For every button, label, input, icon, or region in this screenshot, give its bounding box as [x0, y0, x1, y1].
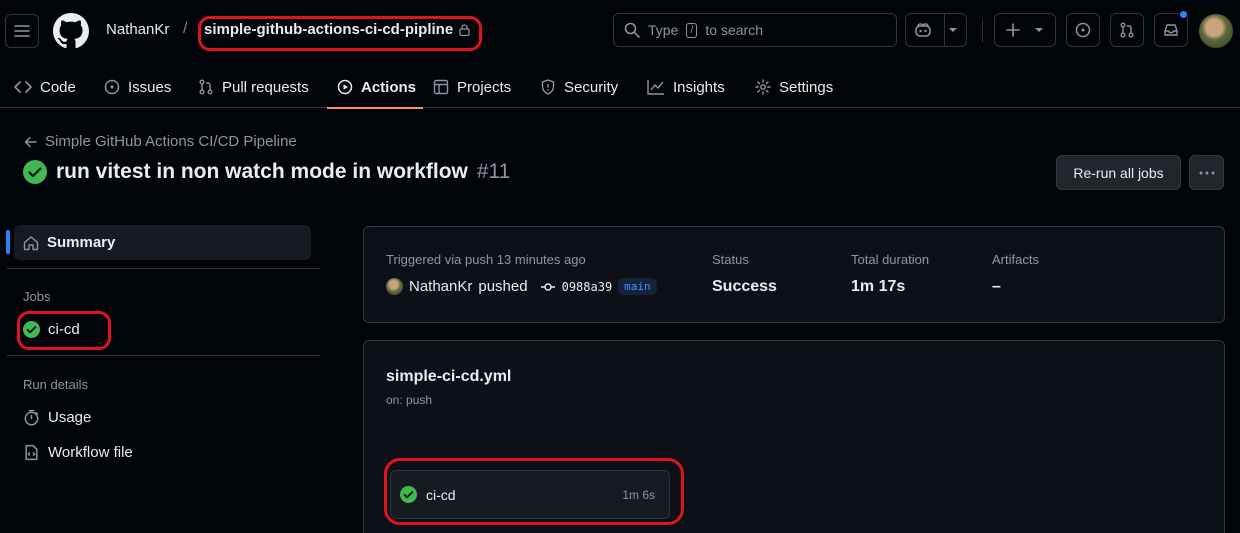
highlight-annotation [198, 16, 482, 51]
active-indicator [6, 230, 10, 254]
home-icon [23, 235, 39, 250]
hamburger-icon [14, 25, 30, 37]
copilot-icon [915, 23, 931, 37]
sidebar-divider [7, 268, 320, 269]
tab-insights[interactable]: Insights [637, 66, 745, 108]
run-summary-card: Triggered via push 13 minutes ago Nathan… [363, 226, 1225, 323]
tab-issues[interactable]: Issues [94, 66, 188, 108]
kebab-horizontal-icon [1199, 171, 1214, 174]
sidebar-item-label: Summary [47, 234, 116, 251]
file-code-icon [25, 444, 38, 461]
user-avatar[interactable] [1199, 14, 1233, 48]
tab-actions[interactable]: Actions [327, 66, 423, 109]
tab-settings[interactable]: Settings [745, 66, 851, 108]
gear-icon [755, 79, 771, 95]
branch-badge[interactable]: main [618, 278, 657, 295]
tab-label: Code [40, 78, 76, 96]
plus-icon [1006, 23, 1020, 37]
sidebar-divider [7, 355, 320, 356]
run-details-heading: Run details [23, 377, 89, 392]
sidebar-item-summary[interactable]: Summary [14, 225, 311, 260]
stopwatch-icon [24, 409, 39, 426]
rerun-all-jobs-button[interactable]: Re-run all jobs [1056, 155, 1181, 190]
tab-security[interactable]: Security [530, 66, 637, 108]
search-icon [624, 22, 640, 38]
total-duration-value: 1m 17s [851, 278, 906, 295]
tab-label: Settings [779, 78, 834, 96]
path-separator: / [183, 20, 188, 37]
artifacts-label: Artifacts [992, 252, 1039, 267]
more-options-button[interactable] [1189, 155, 1224, 190]
highlight-annotation [384, 458, 684, 525]
jobs-heading: Jobs [23, 289, 51, 304]
menu-button[interactable] [5, 14, 39, 48]
status-label: Status [712, 252, 749, 267]
issue-icon [104, 79, 120, 95]
tab-label: Projects [457, 78, 512, 96]
search-placeholder-type: Type [648, 22, 679, 38]
sidebar-item-label: Workflow file [48, 444, 133, 461]
page-title: run vitest in non watch mode in workflow… [23, 160, 510, 184]
repo-owner-link[interactable]: NathanKr [106, 21, 169, 38]
trigger-details: NathanKr pushed 0988a39 main [386, 278, 657, 295]
actor-action: pushed [478, 278, 528, 295]
git-commit-icon [540, 282, 555, 291]
tab-pull-requests[interactable]: Pull requests [188, 66, 327, 108]
search-placeholder-suffix: to search [705, 22, 764, 38]
pull-request-icon [1120, 22, 1134, 38]
sidebar-item-workflow-file[interactable]: Workflow file [23, 444, 133, 461]
tab-label: Issues [128, 78, 172, 96]
shield-icon [541, 79, 555, 95]
tab-code[interactable]: Code [4, 66, 94, 108]
run-title: run vitest in non watch mode in workflow [56, 160, 468, 183]
triggered-text: Triggered via push 13 minutes ago [386, 252, 586, 267]
tab-label: Actions [361, 78, 417, 96]
pull-request-icon [199, 79, 213, 95]
graph-icon [647, 80, 664, 95]
notification-indicator [1179, 10, 1188, 19]
workflow-file-name[interactable]: simple-ci-cd.yml [386, 368, 511, 386]
commit-sha[interactable]: 0988a39 [562, 280, 613, 294]
highlight-annotation [17, 311, 111, 350]
chevron-down-icon [949, 28, 957, 32]
workflow-trigger: on: push [386, 393, 433, 407]
tab-label: Security [564, 78, 619, 96]
table-icon [433, 79, 449, 95]
workflow-name: Simple GitHub Actions CI/CD Pipeline [45, 133, 297, 150]
github-logo-icon[interactable] [53, 13, 89, 49]
artifacts-value: – [992, 278, 1001, 295]
repo-tabs: Code Issues Pull requests Actions Projec… [0, 66, 851, 109]
chevron-down-icon [1035, 28, 1043, 32]
global-header: NathanKr / simple-github-actions-ci-cd-p… [0, 0, 1240, 109]
issues-button[interactable] [1066, 13, 1100, 47]
workflow-back-link[interactable]: Simple GitHub Actions CI/CD Pipeline [24, 133, 297, 150]
search-shortcut-key: / [686, 22, 698, 38]
actor-avatar [386, 278, 403, 295]
issue-opened-icon [1075, 22, 1091, 38]
create-new-button[interactable] [994, 13, 1056, 47]
sidebar-item-usage[interactable]: Usage [23, 409, 91, 426]
header-divider [982, 20, 983, 42]
play-icon [337, 79, 353, 95]
code-icon [14, 81, 32, 93]
actor-name[interactable]: NathanKr [409, 278, 472, 295]
inbox-icon [1164, 24, 1178, 36]
search-input[interactable]: Type / to search [613, 13, 897, 47]
status-value: Success [712, 278, 777, 295]
run-number: #11 [476, 160, 511, 183]
tab-label: Insights [673, 78, 725, 96]
check-circle-fill-icon [23, 160, 47, 184]
tab-label: Pull requests [222, 78, 309, 96]
copilot-button[interactable] [905, 13, 967, 47]
tab-projects[interactable]: Projects [423, 66, 530, 108]
sidebar-item-label: Usage [48, 409, 92, 426]
pull-requests-button[interactable] [1110, 13, 1144, 47]
total-duration-label: Total duration [851, 252, 930, 267]
arrow-left-icon [24, 136, 37, 147]
